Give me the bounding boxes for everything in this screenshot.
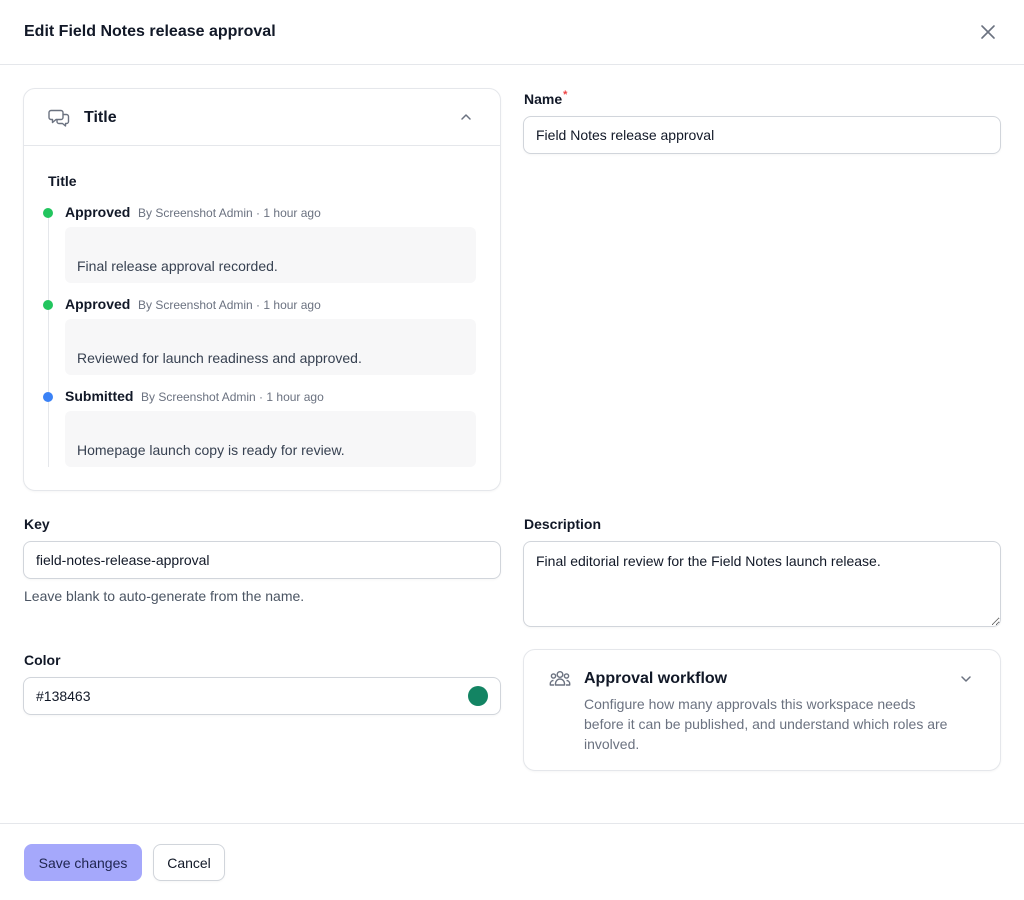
chevron-down-icon[interactable] [956, 669, 976, 689]
cancel-button[interactable]: Cancel [153, 844, 225, 881]
close-button[interactable] [976, 20, 1000, 44]
timeline-comment: Homepage launch copy is ready for review… [65, 411, 476, 467]
color-input[interactable] [23, 677, 501, 715]
key-label: Key [24, 516, 50, 532]
close-icon [981, 25, 995, 39]
timeline-meta: By Screenshot Admin · 1 hour ago [141, 390, 324, 404]
activity-card-header[interactable]: Title [24, 89, 500, 146]
key-help-text: Leave blank to auto-generate from the na… [24, 588, 305, 604]
timeline-comment: Final release approval recorded. [65, 227, 476, 283]
key-input[interactable] [23, 541, 501, 579]
save-changes-button[interactable]: Save changes [24, 844, 142, 881]
approval-workflow-title: Approval workflow [584, 670, 728, 687]
dialog-footer: Save changes Cancel [0, 823, 1024, 900]
timeline-dot-submitted [43, 392, 53, 402]
timeline-dot-approved [43, 300, 53, 310]
timeline-dot-approved [43, 208, 53, 218]
timeline-comment-text: Homepage launch copy is ready for review… [77, 442, 345, 458]
approval-workflow-description: Configure how many approvals this worksp… [584, 696, 948, 752]
dialog-title: Edit Field Notes release approval [24, 23, 276, 40]
timeline-comment: Reviewed for launch readiness and approv… [65, 319, 476, 375]
name-label: Name* [524, 89, 568, 108]
color-swatch[interactable] [468, 686, 488, 706]
name-input[interactable] [523, 116, 1001, 154]
timeline-comment-text: Reviewed for launch readiness and approv… [77, 350, 362, 366]
chevron-up-icon[interactable] [456, 107, 476, 127]
description-label: Description [524, 516, 602, 532]
color-label: Color [24, 652, 61, 668]
timeline-line [48, 213, 49, 467]
activity-card-title: Title [84, 109, 117, 126]
timeline-status: Approved [65, 296, 131, 312]
timeline-title: Title [48, 173, 77, 189]
activity-card: Title Title Approved By Screenshot Admin… [23, 88, 501, 491]
timeline-status: Approved [65, 204, 131, 220]
timeline-comment-text: Final release approval recorded. [77, 258, 278, 274]
timeline-meta: By Screenshot Admin · 1 hour ago [138, 206, 321, 220]
description-textarea[interactable]: Final editorial review for the Field Not… [523, 541, 1001, 627]
name-label-text: Name [524, 91, 563, 107]
timeline-status: Submitted [65, 388, 134, 404]
chat-bubbles-icon [48, 109, 70, 127]
required-mark: * [563, 89, 568, 101]
dialog-header: Edit Field Notes release approval [0, 0, 1024, 65]
approval-workflow-card[interactable]: Approval workflow Configure how many app… [523, 649, 1001, 771]
users-icon [549, 670, 571, 686]
timeline-meta: By Screenshot Admin · 1 hour ago [138, 298, 321, 312]
